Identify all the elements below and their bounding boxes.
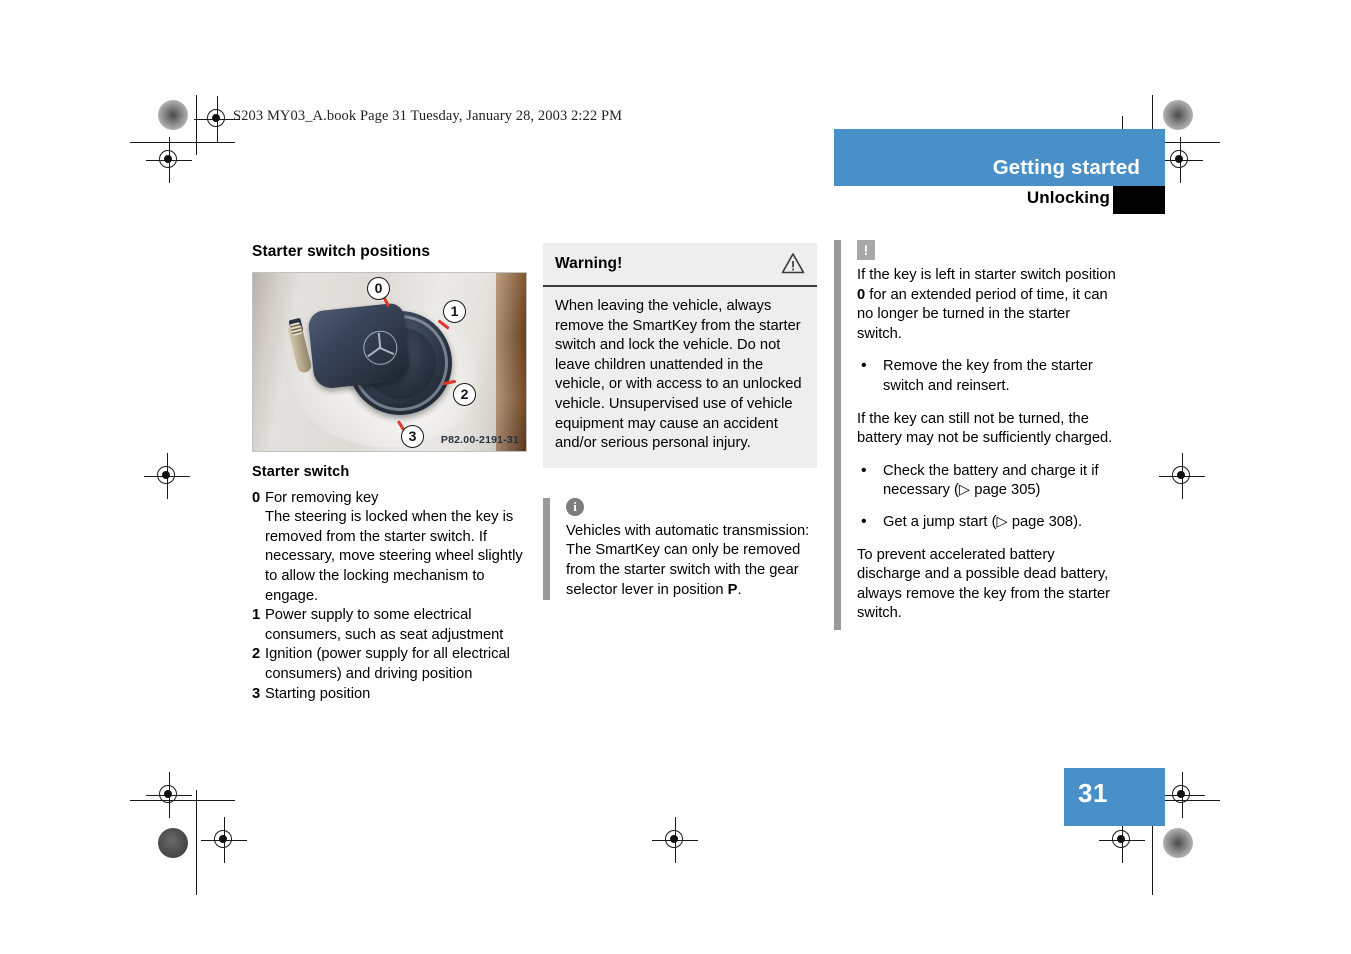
legend-detail-0: The steering is locked when the key is r… [265, 509, 523, 604]
caution-bullets-1: Remove the key from the starter switch a… [857, 356, 1118, 396]
running-head-chapter-band: Getting started [834, 129, 1165, 186]
legend-item-2: 2 Ignition (power supply for all electri… [252, 645, 536, 684]
halftone-dot-bottom-right [1163, 828, 1193, 858]
info-note-sidebar [543, 497, 550, 601]
caution-bullets-2: Check the battery and charge it if neces… [857, 461, 1118, 533]
caution-note-sidebar [834, 240, 841, 630]
caution-bullet-1-0: Remove the key from the starter switch a… [857, 356, 1118, 396]
caution-p1-position: 0 [857, 286, 866, 303]
file-header-line: S203 MY03_A.book Page 31 Tuesday, Januar… [233, 108, 623, 124]
starter-positions-legend: 0 For removing key The steering is locke… [252, 489, 536, 705]
caution-bullet-2-0[interactable]: Check the battery and charge it if neces… [857, 461, 1118, 501]
caution-paragraph-3: To prevent accelerated battery discharge… [857, 546, 1111, 622]
figure-caption: Starter switch [252, 463, 350, 480]
exclamation-box-icon: ! [857, 240, 875, 260]
info-note: i Vehicles with automatic transmission: … [543, 497, 817, 601]
caution-p1-part1: If the key is left in starter switch pos… [857, 267, 1116, 283]
registration-mark-mid-right [1159, 453, 1205, 499]
middle-column: Warning! When leaving the vehicle, alway… [543, 243, 817, 601]
warning-title: Warning! [555, 255, 623, 272]
left-column: Starter switch positions 0 1 2 3 P82.00-… [252, 243, 536, 704]
legend-body-2: Ignition (power supply for all electrica… [265, 646, 510, 682]
running-head-section: Unlocking [834, 186, 1165, 214]
mercedes-star-icon [361, 328, 399, 367]
crop-line-top-left-v [196, 95, 198, 155]
legend-body-3: Starting position [265, 685, 371, 702]
registration-mark-bottom-right [1099, 817, 1145, 863]
caution-paragraph-2: If the key can still not be turned, the … [857, 410, 1113, 447]
info-note-text: Vehicles with automatic transmission: Th… [566, 522, 817, 600]
legend-body-1: Power supply to some electrical consumer… [265, 607, 504, 643]
running-head-section-label: Unlocking [1026, 188, 1110, 207]
warning-box: Warning! When leaving the vehicle, alway… [543, 243, 817, 468]
crop-line-top-left-h [130, 142, 235, 144]
registration-mark-bottom-center [652, 817, 698, 863]
halftone-dot-top-right [1163, 100, 1193, 130]
callout-bubble-2: 2 [453, 382, 476, 406]
figure-wood-trim [496, 272, 526, 451]
registration-mark-upper-left [146, 137, 192, 183]
info-circle-icon: i [566, 497, 584, 516]
smartkey-icon [307, 301, 411, 390]
section-title: Starter switch positions [252, 243, 431, 260]
registration-mark-lower-left [146, 772, 192, 818]
legend-item-3: 3 Starting position [252, 685, 536, 705]
caution-note: ! If the key is left in starter switch p… [834, 240, 1118, 630]
page-number-label: 31 [1078, 778, 1108, 808]
warning-triangle-icon [781, 252, 805, 274]
registration-mark-header [194, 96, 240, 142]
info-note-position-letter: P [727, 581, 738, 598]
halftone-dot-bottom-left [158, 828, 188, 858]
legend-heading-0: For removing key [265, 489, 379, 506]
crop-line-bottom-left-h [130, 800, 235, 802]
figure-image-code: P82.00-2191-31 [440, 433, 519, 446]
warning-body-text: When leaving the vehicle, always remove … [555, 298, 802, 452]
legend-number-1: 1 [252, 607, 261, 624]
halftone-dot-top-left [158, 100, 188, 130]
registration-mark-mid-left [144, 453, 190, 499]
caution-p1-part2: for an extended period of time, it can n… [857, 286, 1108, 342]
caution-bullet-2-1[interactable]: Get a jump start (▷ page 308). [857, 512, 1118, 533]
legend-number-2: 2 [252, 646, 261, 663]
callout-bubble-3: 3 [401, 424, 424, 448]
legend-body-0: For removing key The steering is locked … [265, 489, 536, 607]
caution-paragraph-1: If the key is left in starter switch pos… [857, 266, 1118, 344]
legend-item-0: 0 For removing key The steering is locke… [252, 489, 536, 607]
registration-mark-lower-right [1159, 772, 1205, 818]
warning-box-header: Warning! [543, 243, 817, 287]
callout-bubble-0: 0 [367, 276, 390, 300]
legend-number-0: 0 [252, 489, 261, 506]
legend-item-1: 1 Power supply to some electrical consum… [252, 606, 536, 645]
legend-number-3: 3 [252, 685, 261, 702]
running-head-chapter-label: Getting started [992, 156, 1140, 179]
right-column: ! If the key is left in starter switch p… [834, 240, 1118, 630]
info-note-text-part1: Vehicles with automatic transmission: Th… [566, 522, 810, 598]
starter-switch-figure: 0 1 2 3 P82.00-2191-31 [252, 271, 527, 452]
caution-note-body: If the key is left in starter switch pos… [857, 266, 1118, 624]
registration-mark-bottom-left [201, 817, 247, 863]
registration-mark-top-left-2 [1157, 137, 1203, 183]
page-number-block: 31 [1064, 768, 1165, 826]
callout-bubble-1: 1 [443, 299, 466, 323]
info-note-text-part2: . [737, 581, 742, 598]
crop-line-left-edge-v [196, 790, 198, 895]
chapter-thumb-tab [1113, 186, 1165, 214]
